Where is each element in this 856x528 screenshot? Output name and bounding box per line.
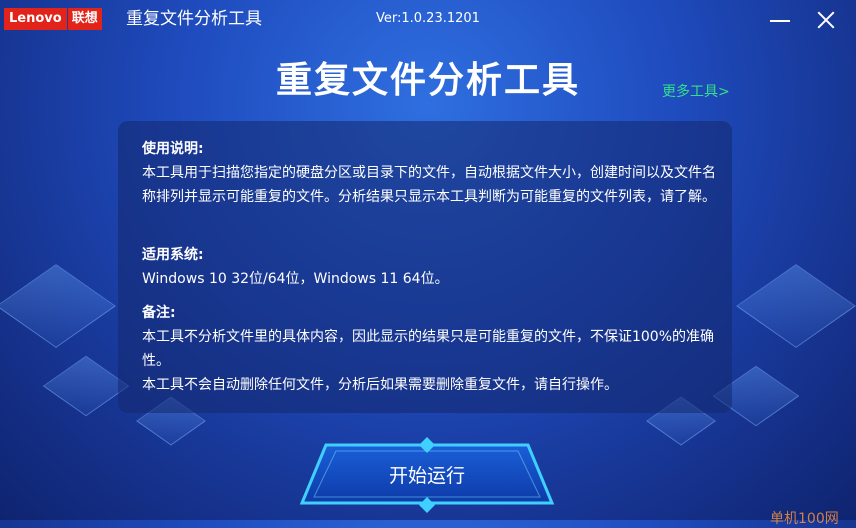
more-tools-link[interactable]: 更多工具> bbox=[662, 81, 730, 101]
info-panel: 使用说明: 本工具用于扫描您指定的硬盘分区或目录下的文件，自动根据文件大小，创建… bbox=[118, 121, 732, 413]
logo-cn: 联想 bbox=[67, 8, 102, 30]
app-title: 重复文件分析工具 bbox=[126, 9, 262, 29]
note-text-2: 本工具不会自动删除任何文件，分析后如果需要删除重复文件，请自行操作。 bbox=[142, 377, 618, 393]
logo-en: Lenovo bbox=[4, 8, 67, 30]
start-button[interactable]: 开始运行 bbox=[296, 437, 558, 513]
usage-text: 本工具用于扫描您指定的硬盘分区或目录下的文件，自动根据文件大小，创建时间以及文件… bbox=[142, 165, 716, 205]
start-button-label: 开始运行 bbox=[388, 465, 465, 487]
version-label: Ver:1.0.23.1201 bbox=[376, 11, 480, 26]
title-bar: Lenovo 联想 重复文件分析工具 Ver:1.0.23.1201 bbox=[0, 0, 856, 38]
cube-decoration bbox=[0, 264, 116, 348]
usage-title: 使用说明: bbox=[142, 141, 204, 157]
cube-decoration bbox=[736, 264, 856, 348]
system-title: 适用系统: bbox=[142, 247, 204, 263]
cube-decoration bbox=[42, 355, 130, 417]
note-title: 备注: bbox=[142, 305, 176, 321]
system-text: Windows 10 32位/64位，Windows 11 64位。 bbox=[142, 271, 449, 287]
note-text-1: 本工具不分析文件里的具体内容，因此显示的结果只是可能重复的文件，不保证100%的… bbox=[142, 329, 715, 369]
close-button[interactable] bbox=[812, 6, 840, 34]
watermark: 单机100网 bbox=[770, 511, 839, 527]
minimize-button[interactable] bbox=[766, 6, 794, 34]
lenovo-logo: Lenovo 联想 bbox=[4, 8, 102, 30]
